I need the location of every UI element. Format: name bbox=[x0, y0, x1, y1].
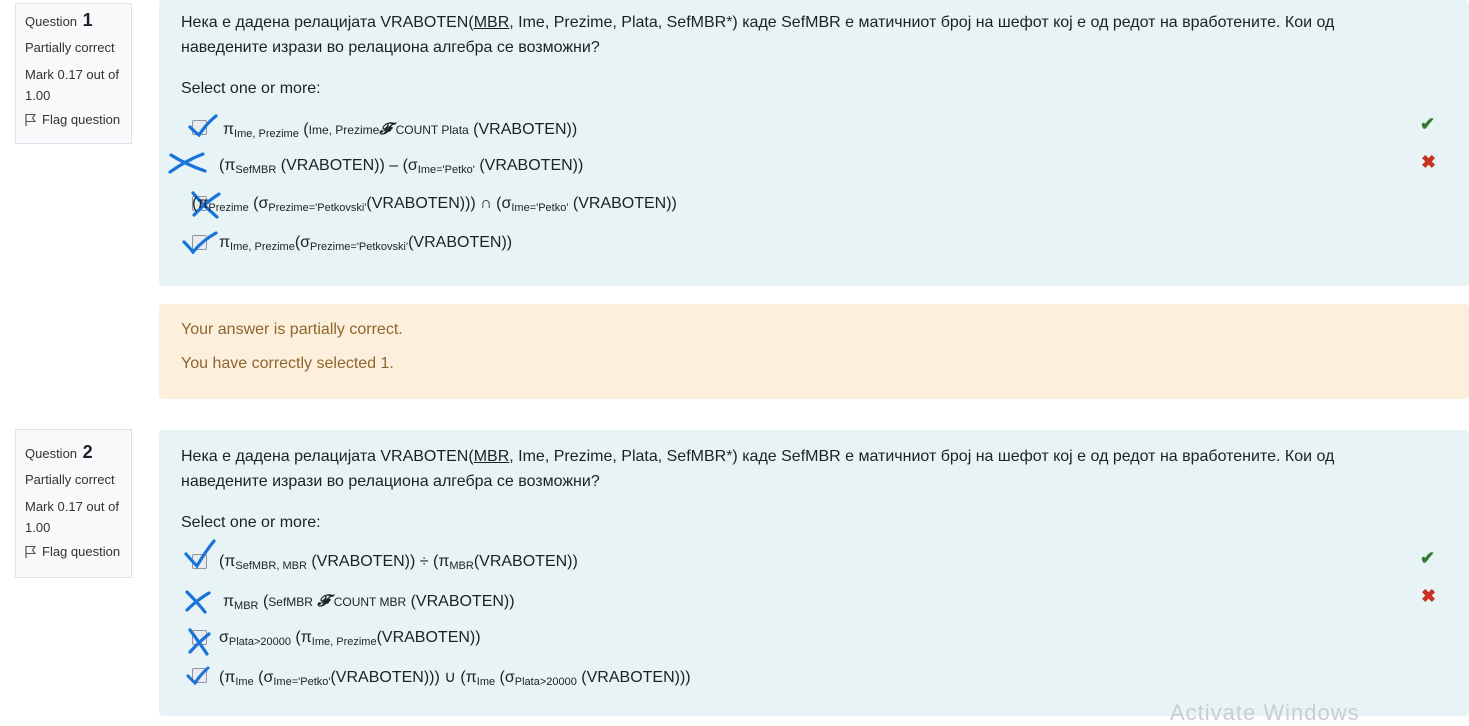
handwritten-cross-mark bbox=[185, 590, 211, 614]
question-info: Question 1 Partially correct Mark 0.17 o… bbox=[15, 3, 132, 144]
answer-option: πIme, Prezime(σPrezime='Petkovski'(VRABO… bbox=[219, 234, 513, 253]
question-number: Question 1 bbox=[25, 10, 93, 30]
flag-icon bbox=[25, 113, 37, 126]
answer-option: σPlata>20000 (πIme, Prezime(VRABOTEN)) bbox=[219, 629, 481, 648]
correct-icon: ✔ bbox=[1420, 114, 1436, 134]
answer-option: (πIme (σIme='Petko'(VRABOTEN))) ∪ (πIme … bbox=[219, 669, 691, 688]
handwritten-check-mark bbox=[182, 231, 218, 255]
question-grade: Mark 0.17 out of 1.00 bbox=[25, 499, 119, 535]
correct-icon: ✔ bbox=[1420, 548, 1436, 568]
handwritten-cross-mark bbox=[168, 152, 207, 174]
feedback-line: You have correctly selected 1. bbox=[181, 355, 394, 372]
question-info: Question 2 Partially correct Mark 0.17 o… bbox=[15, 429, 132, 578]
question-state: Partially correct bbox=[25, 472, 115, 487]
flag-question-link[interactable]: Flag question bbox=[25, 112, 122, 127]
handwritten-cross-mark bbox=[188, 628, 211, 656]
question-number: Question 2 bbox=[25, 442, 93, 462]
select-prompt: Select one or more: bbox=[181, 80, 321, 97]
question-state: Partially correct bbox=[25, 40, 115, 55]
flag-icon bbox=[25, 545, 37, 558]
activate-windows-watermark: Activate Windows bbox=[1170, 700, 1360, 725]
flag-question-link[interactable]: Flag question bbox=[25, 544, 122, 559]
answer-option: πIme, Prezime (Ime, Prezime𝓕 COUNT Plata… bbox=[223, 119, 578, 140]
handwritten-check-mark bbox=[188, 114, 218, 138]
general-feedback: Your answer is partially correct. You ha… bbox=[159, 304, 1469, 399]
incorrect-icon: ✖ bbox=[1421, 152, 1437, 172]
answer-option: (πSefMBR (VRABOTEN)) – (σIme='Petko' (VR… bbox=[219, 157, 584, 176]
handwritten-check-mark bbox=[186, 666, 210, 686]
select-prompt: Select one or more: bbox=[181, 514, 321, 531]
question-text: Нека е дадена релацијата VRABOTEN(MBR, I… bbox=[181, 448, 1335, 490]
answer-option: (πSefMBR, MBR (VRABOTEN)) ÷ (πMBR(VRABOT… bbox=[219, 553, 578, 572]
incorrect-icon: ✖ bbox=[1421, 586, 1437, 606]
question-text: Нека е дадена релацијата VRABOTEN(MBR, I… bbox=[181, 14, 1335, 56]
question-grade: Mark 0.17 out of 1.00 bbox=[25, 67, 119, 103]
question-content: Нека е дадена релацијата VRABOTEN(MBR, I… bbox=[159, 430, 1469, 716]
handwritten-check-mark bbox=[184, 539, 216, 569]
feedback-line: Your answer is partially correct. bbox=[181, 321, 403, 338]
answer-option: πMBR (SefMBR 𝓕 COUNT MBR (VRABOTEN)) bbox=[223, 591, 515, 612]
answer-option: (πPrezime (σPrezime='Petkovski'(VRABOTEN… bbox=[192, 195, 677, 214]
question-content: Нека е дадена релацијата VRABOTEN(MBR, I… bbox=[159, 0, 1469, 286]
